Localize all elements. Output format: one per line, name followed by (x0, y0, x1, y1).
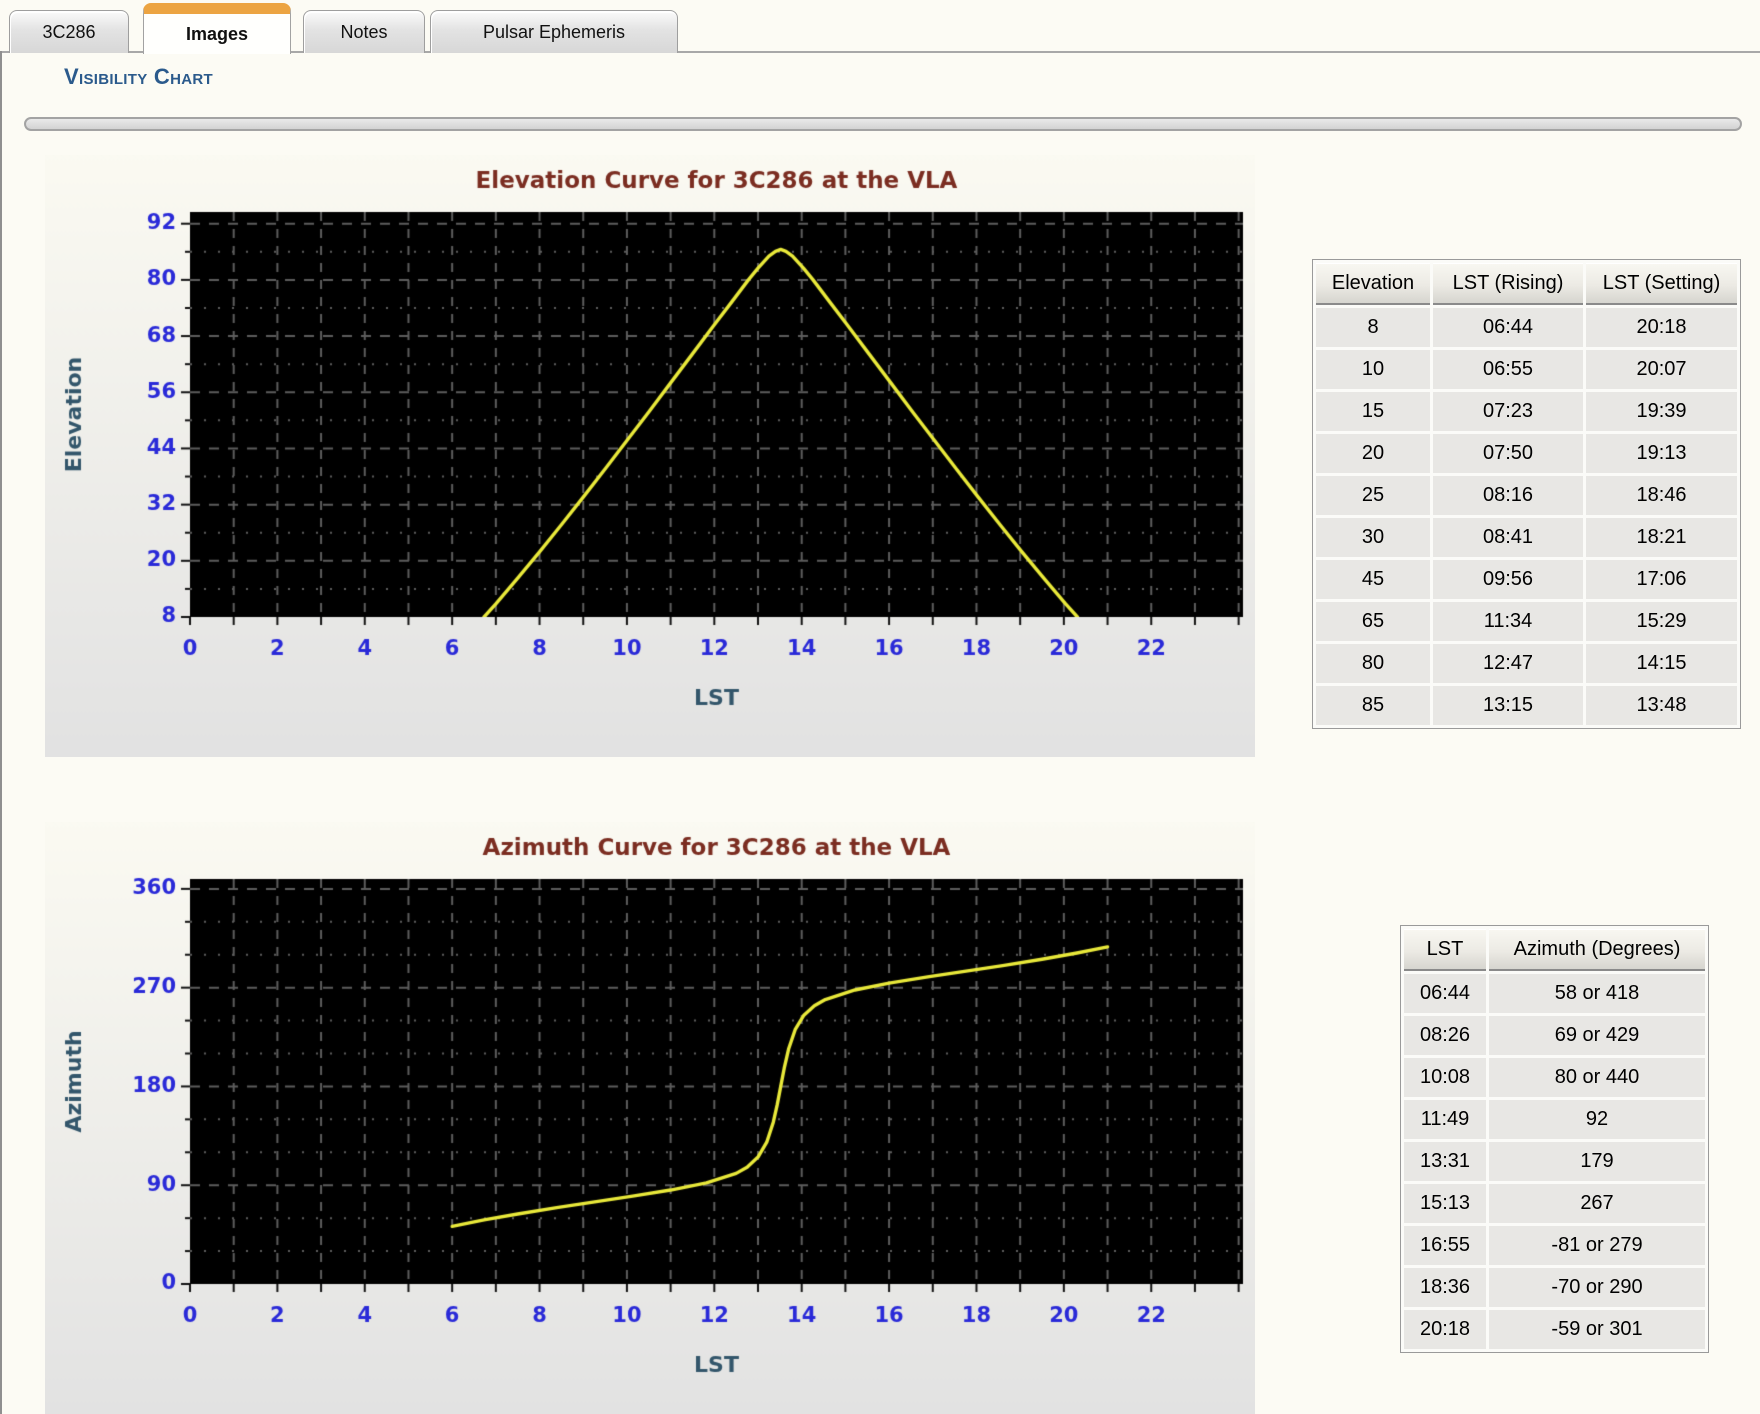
table-row: 15 07:23 19:39 (1316, 392, 1737, 431)
table-cell: 15:29 (1586, 602, 1737, 641)
table-row: 45 09:56 17:06 (1316, 560, 1737, 599)
table-cell: 12:47 (1433, 644, 1583, 683)
table-cell: 14:15 (1586, 644, 1737, 683)
table-cell: 20 (1316, 434, 1430, 473)
table-cell: 80 or 440 (1489, 1058, 1705, 1097)
table-cell: 45 (1316, 560, 1430, 599)
table-cell: 10 (1316, 350, 1430, 389)
table-row: 11:49 92 (1404, 1100, 1705, 1139)
table-cell: 07:50 (1433, 434, 1583, 473)
elevation-chart-canvas (45, 155, 1255, 757)
column-header: LST (Setting) (1586, 263, 1737, 305)
column-header: LST (1404, 929, 1486, 971)
table-cell: 179 (1489, 1142, 1705, 1181)
table-cell: 80 (1316, 644, 1430, 683)
table-cell: 08:41 (1433, 518, 1583, 557)
page-title: Visibility Chart (64, 64, 213, 90)
table-cell: 30 (1316, 518, 1430, 557)
application-window: 3C286 Images Notes Pulsar Ephemeris Visi… (0, 0, 1760, 1414)
content-left-border (0, 51, 2, 1414)
table-row: 08:26 69 or 429 (1404, 1016, 1705, 1055)
table-cell: 11:34 (1433, 602, 1583, 641)
table-cell: 65 (1316, 602, 1430, 641)
tab-images[interactable]: Images (143, 3, 291, 54)
table-cell: 19:39 (1586, 392, 1737, 431)
tab-label: Images (186, 24, 248, 45)
tab-pulsar-ephemeris[interactable]: Pulsar Ephemeris (430, 10, 678, 53)
table-cell: 11:49 (1404, 1100, 1486, 1139)
table-cell: 19:13 (1586, 434, 1737, 473)
table-row: 10 06:55 20:07 (1316, 350, 1737, 389)
table-row: 06:44 58 or 418 (1404, 974, 1705, 1013)
tab-label: Pulsar Ephemeris (483, 22, 625, 43)
table-row: 80 12:47 14:15 (1316, 644, 1737, 683)
table-cell: 8 (1316, 308, 1430, 347)
table-cell: 25 (1316, 476, 1430, 515)
tab-label: Notes (340, 22, 387, 43)
table-cell: 15:13 (1404, 1184, 1486, 1223)
table-row: 25 08:16 18:46 (1316, 476, 1737, 515)
table-cell: 17:06 (1586, 560, 1737, 599)
table-cell: 16:55 (1404, 1226, 1486, 1265)
table-row: 13:31 179 (1404, 1142, 1705, 1181)
table-cell: 85 (1316, 686, 1430, 725)
table-cell: 09:56 (1433, 560, 1583, 599)
table-cell: 13:15 (1433, 686, 1583, 725)
table-cell: 69 or 429 (1489, 1016, 1705, 1055)
table-cell: 92 (1489, 1100, 1705, 1139)
elevation-rise-set-table: Elevation LST (Rising) LST (Setting) 8 0… (1312, 259, 1741, 729)
tab-label: 3C286 (42, 22, 95, 43)
tab-notes[interactable]: Notes (303, 10, 425, 53)
table-row: 18:36 -70 or 290 (1404, 1268, 1705, 1307)
azimuth-table: LST Azimuth (Degrees) 06:44 58 or 418 08… (1400, 925, 1709, 1353)
table-row: 20:18 -59 or 301 (1404, 1310, 1705, 1349)
table-cell: 13:48 (1586, 686, 1737, 725)
table-cell: 15 (1316, 392, 1430, 431)
table-row: 85 13:15 13:48 (1316, 686, 1737, 725)
table-row: 15:13 267 (1404, 1184, 1705, 1223)
table-cell: -59 or 301 (1489, 1310, 1705, 1349)
table-row: 20 07:50 19:13 (1316, 434, 1737, 473)
table-row: 16:55 -81 or 279 (1404, 1226, 1705, 1265)
table-row: 30 08:41 18:21 (1316, 518, 1737, 557)
table-cell: 18:21 (1586, 518, 1737, 557)
table-cell: 20:18 (1586, 308, 1737, 347)
table-cell: 08:16 (1433, 476, 1583, 515)
table-row: 65 11:34 15:29 (1316, 602, 1737, 641)
table-cell: 20:07 (1586, 350, 1737, 389)
table-cell: 20:18 (1404, 1310, 1486, 1349)
table-cell: 13:31 (1404, 1142, 1486, 1181)
table-cell: 07:23 (1433, 392, 1583, 431)
column-header: Azimuth (Degrees) (1489, 929, 1705, 971)
table-cell: 06:44 (1404, 974, 1486, 1013)
table-cell: 267 (1489, 1184, 1705, 1223)
table-cell: 58 or 418 (1489, 974, 1705, 1013)
table-cell: 18:36 (1404, 1268, 1486, 1307)
table-row: 8 06:44 20:18 (1316, 308, 1737, 347)
table-cell: 06:44 (1433, 308, 1583, 347)
table-cell: -81 or 279 (1489, 1226, 1705, 1265)
table-cell: 10:08 (1404, 1058, 1486, 1097)
table-header-row: LST Azimuth (Degrees) (1404, 929, 1705, 971)
column-header: LST (Rising) (1433, 263, 1583, 305)
table-cell: 06:55 (1433, 350, 1583, 389)
table-cell: 18:46 (1586, 476, 1737, 515)
table-header-row: Elevation LST (Rising) LST (Setting) (1316, 263, 1737, 305)
table-cell: -70 or 290 (1489, 1268, 1705, 1307)
table-row: 10:08 80 or 440 (1404, 1058, 1705, 1097)
table-cell: 08:26 (1404, 1016, 1486, 1055)
tab-3c286[interactable]: 3C286 (9, 10, 129, 53)
azimuth-chart-canvas (45, 822, 1255, 1414)
column-header: Elevation (1316, 263, 1430, 305)
horizontal-divider (24, 117, 1742, 131)
